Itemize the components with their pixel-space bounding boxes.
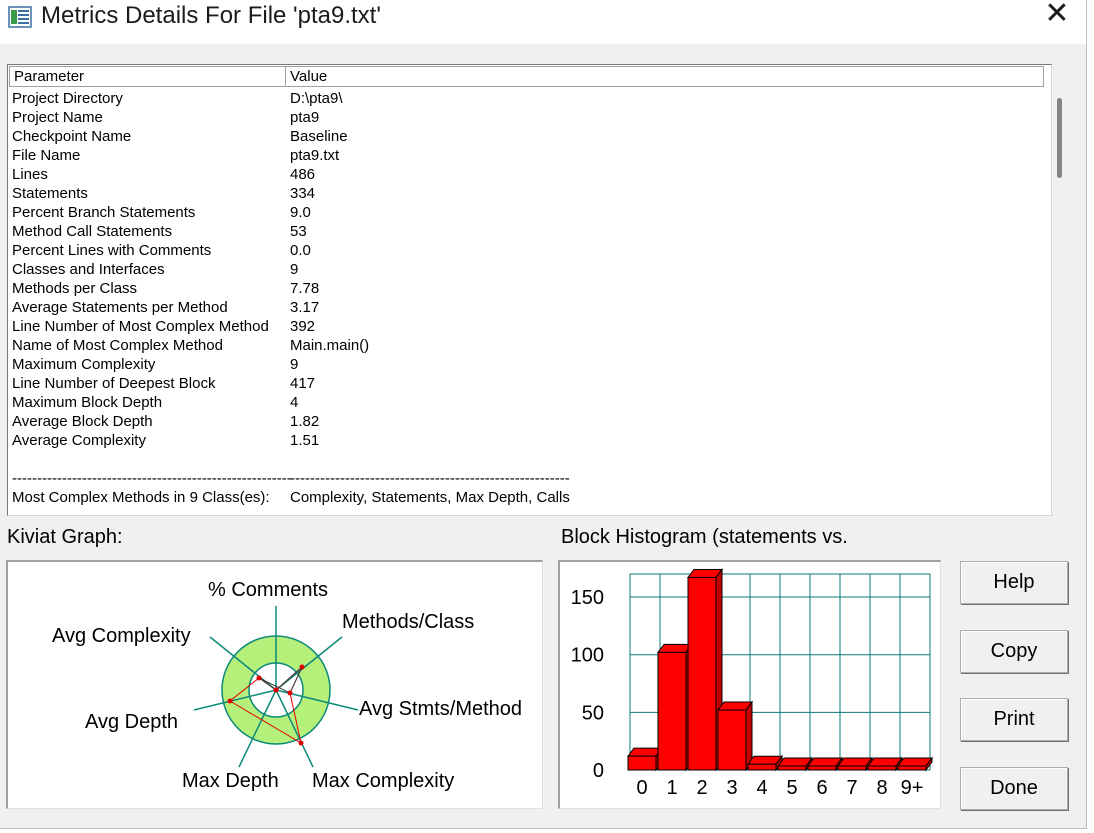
value-cell: 417 xyxy=(290,375,316,392)
x-tick-label: 7 xyxy=(846,777,857,799)
close-icon[interactable]: ✕ xyxy=(1040,0,1074,30)
x-tick-label: 3 xyxy=(726,777,737,799)
column-header-parameter[interactable]: Parameter xyxy=(9,66,286,87)
parameter-cell: Percent Branch Statements xyxy=(12,204,196,221)
histogram-bar xyxy=(747,763,777,771)
parameter-cell: Statements xyxy=(12,185,88,202)
kiviat-axis-avg-complexity: Avg Complexity xyxy=(52,625,191,647)
x-tick-label: 2 xyxy=(696,777,707,799)
value-cell: 7.78 xyxy=(290,280,320,297)
parameter-cell: Project Directory xyxy=(12,90,123,107)
kiviat-axis-max-complexity: Max Complexity xyxy=(312,770,455,792)
x-tick-label: 1 xyxy=(666,777,677,799)
value-cell: pta9.txt xyxy=(290,147,340,164)
print-button[interactable]: Print xyxy=(960,698,1068,741)
window-title: Metrics Details For File 'pta9.txt' xyxy=(41,2,381,29)
histogram-bar xyxy=(717,709,747,771)
value-cell: Main.main() xyxy=(290,337,370,354)
parameter-cell: Name of Most Complex Method xyxy=(12,337,223,354)
value-cell: 9 xyxy=(290,261,299,278)
parameter-cell: Checkpoint Name xyxy=(12,128,132,145)
parameter-cell: Classes and Interfaces xyxy=(12,261,165,278)
value-cell: Baseline xyxy=(290,128,348,145)
y-tick-label: 50 xyxy=(582,702,604,724)
x-tick-label: 5 xyxy=(786,777,797,799)
title-bar: Metrics Details For File 'pta9.txt' ✕ xyxy=(0,0,1086,44)
value-cell: 1.51 xyxy=(290,432,320,449)
kiviat-axis-avg-stmts: Avg Stmts/Method xyxy=(359,698,523,720)
scrollbar-thumb[interactable] xyxy=(1057,98,1062,178)
help-button[interactable]: Help xyxy=(960,561,1068,604)
parameter-cell: Average Block Depth xyxy=(12,413,153,430)
value-cell: 4 xyxy=(290,394,299,411)
value-cell: 9 xyxy=(290,356,299,373)
kiviat-axis-max-depth: Max Depth xyxy=(182,770,279,792)
value-cell: 0.0 xyxy=(290,242,311,259)
value-cell: Complexity, Statements, Max Depth, Calls xyxy=(290,489,570,506)
kiviat-axis-avg-depth: Avg Depth xyxy=(85,711,179,733)
kiviat-graph-label: Kiviat Graph: xyxy=(7,526,123,548)
parameter-cell: Project Name xyxy=(12,109,103,126)
x-tick-label: 9+ xyxy=(901,777,924,799)
parameter-cell: ----------------------------------------… xyxy=(12,470,292,487)
parameter-cell: Methods per Class xyxy=(12,280,138,297)
histogram-bar xyxy=(837,765,867,771)
histogram-bar xyxy=(807,765,837,771)
parameter-cell: Average Complexity xyxy=(12,432,146,449)
kiviat-axis-comments: % Comments xyxy=(208,579,329,601)
block-histogram-chart: 0 50 100 150 0 1 2 3 4 5 6 7 8 9+ xyxy=(558,560,941,809)
value-cell: D:\pta9\ xyxy=(290,90,343,107)
parameter-cell: Line Number of Deepest Block xyxy=(12,375,216,392)
value-cell: 334 xyxy=(290,185,316,202)
histogram-bar xyxy=(867,765,897,771)
metrics-list[interactable]: Parameter Value Project Directory D:\pta9… xyxy=(7,64,1052,516)
histogram-bar xyxy=(627,755,657,771)
histogram-svg: 0501001500 1 2 3 4 5 6 7 8 9+ xyxy=(571,567,933,799)
parameter-cell: Maximum Complexity xyxy=(12,356,156,373)
parameter-cell: Average Statements per Method xyxy=(12,299,228,316)
parameter-cell: Most Complex Methods in 9 Class(es): xyxy=(12,489,270,506)
value-cell: ----------------------------------------… xyxy=(290,470,570,487)
x-tick-label: 4 xyxy=(756,777,767,799)
value-cell: 3.17 xyxy=(290,299,320,316)
y-tick-label: 0 xyxy=(593,760,604,782)
column-header-value[interactable]: Value xyxy=(285,66,1044,87)
value-cell: 1.82 xyxy=(290,413,320,430)
value-cell: 392 xyxy=(290,318,316,335)
value-cell: pta9 xyxy=(290,109,320,126)
parameter-cell: Lines xyxy=(12,166,48,183)
histogram-bar xyxy=(657,651,687,771)
app-icon xyxy=(8,6,32,28)
parameter-cell: Maximum Block Depth xyxy=(12,394,163,411)
kiviat-graph: % Comments Methods/Class Avg Stmts/Metho… xyxy=(6,560,543,809)
x-tick-label: 8 xyxy=(876,777,887,799)
histogram-bar xyxy=(897,765,927,771)
parameter-cell: Percent Lines with Comments xyxy=(12,242,212,259)
vertical-scrollbar[interactable] xyxy=(1044,88,1074,516)
parameter-cell: File Name xyxy=(12,147,81,164)
metrics-details-window: Metrics Details For File 'pta9.txt' ✕ Pa… xyxy=(0,0,1087,829)
value-cell: 53 xyxy=(290,223,307,240)
histogram-bar xyxy=(687,576,717,771)
y-tick-label: 100 xyxy=(571,645,604,667)
x-tick-label: 0 xyxy=(636,777,647,799)
value-cell: 9.0 xyxy=(290,204,311,221)
histogram-bar xyxy=(777,765,807,771)
block-histogram-label: Block Histogram (statements vs. xyxy=(561,526,848,548)
copy-button[interactable]: Copy xyxy=(960,630,1068,673)
done-button[interactable]: Done xyxy=(960,767,1068,810)
parameter-cell: Method Call Statements xyxy=(12,223,173,240)
y-tick-label: 150 xyxy=(571,587,604,609)
x-tick-label: 6 xyxy=(816,777,827,799)
parameter-cell: Line Number of Most Complex Method xyxy=(12,318,269,335)
value-cell: 486 xyxy=(290,166,316,183)
kiviat-axis-methods-class: Methods/Class xyxy=(342,611,475,633)
